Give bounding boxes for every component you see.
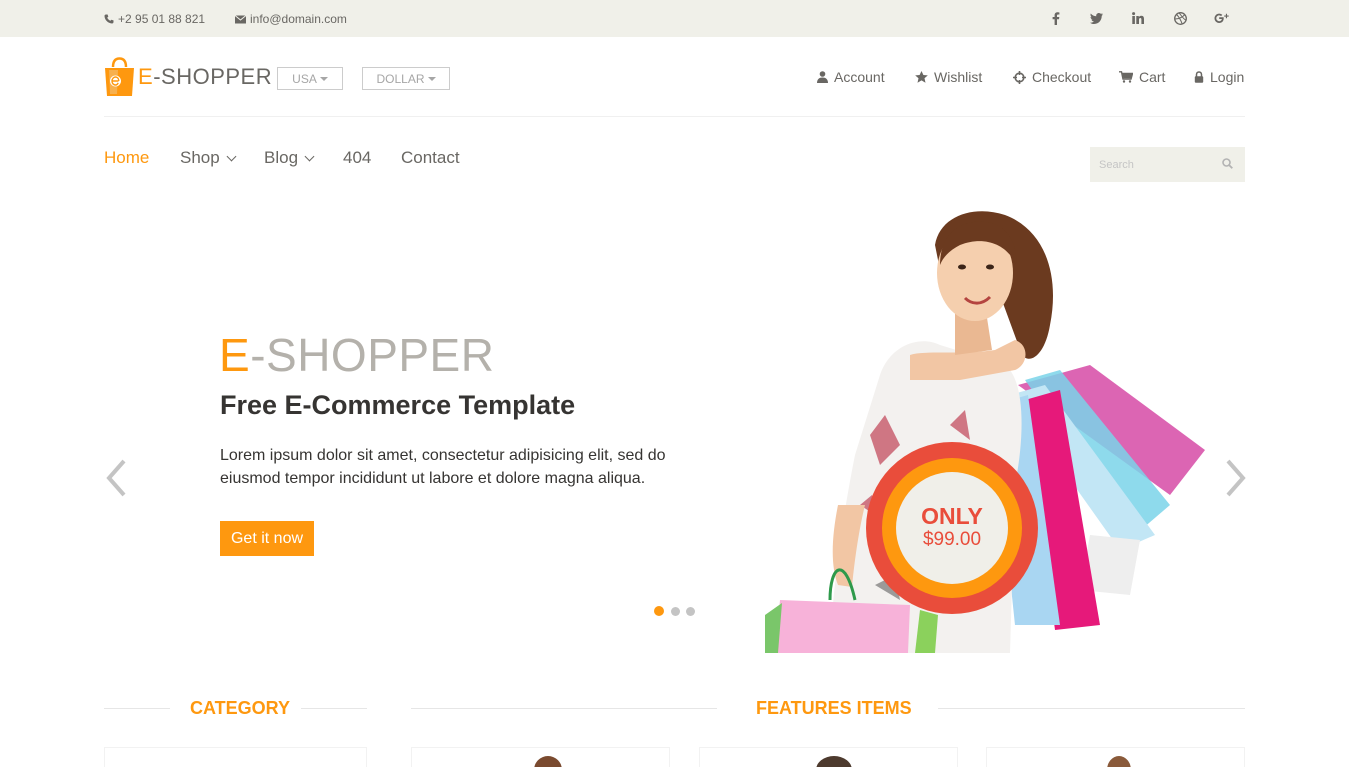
nav-404[interactable]: 404 — [343, 148, 371, 168]
product-image — [534, 756, 562, 767]
account-link[interactable]: Account — [817, 69, 885, 85]
product-card[interactable] — [986, 747, 1245, 767]
cart-icon — [1119, 71, 1133, 83]
header-divider — [104, 116, 1245, 117]
slider-prev-arrow[interactable] — [104, 458, 130, 498]
currency-dropdown[interactable]: DOLLAR — [362, 67, 450, 90]
price-badge-inner: ONLY $99.00 — [896, 472, 1008, 584]
nav-home[interactable]: Home — [104, 148, 149, 168]
star-icon — [915, 71, 928, 83]
lock-icon — [1194, 71, 1204, 83]
chevron-down-icon — [226, 151, 237, 161]
wishlist-label: Wishlist — [934, 69, 983, 85]
search-box — [1090, 147, 1245, 182]
category-line-right — [301, 708, 367, 709]
top-bar: +2 95 01 88 821 info@domain.com — [0, 0, 1349, 37]
login-label: Login — [1210, 69, 1245, 85]
email-contact[interactable]: info@domain.com — [235, 12, 347, 26]
slider-dot-2[interactable] — [671, 607, 680, 616]
account-label: Account — [834, 69, 885, 85]
search-input[interactable] — [1090, 147, 1210, 182]
linkedin-icon[interactable] — [1129, 9, 1147, 27]
price-badge-value: $99.00 — [922, 529, 982, 550]
user-icon — [817, 71, 828, 83]
login-link[interactable]: Login — [1194, 69, 1244, 85]
cart-label: Cart — [1139, 69, 1166, 85]
cart-link[interactable]: Cart — [1119, 69, 1165, 85]
nav-blog[interactable]: Blog — [264, 148, 315, 168]
twitter-icon[interactable] — [1087, 9, 1105, 27]
envelope-icon — [235, 14, 246, 23]
product-card[interactable] — [411, 747, 670, 767]
nav-contact[interactable]: Contact — [401, 148, 460, 168]
product-card[interactable] — [699, 747, 958, 767]
currency-label: DOLLAR — [376, 71, 425, 86]
slide-title: E-SHOPPER — [219, 329, 495, 381]
product-image — [816, 756, 852, 767]
phone-number: +2 95 01 88 821 — [118, 12, 206, 26]
logo-text: E-SHOPPER — [138, 64, 273, 89]
crosshairs-icon — [1013, 70, 1026, 84]
slide-subtitle: Free E-Commerce Template — [220, 390, 576, 420]
email-address: info@domain.com — [250, 12, 347, 26]
phone-icon — [104, 14, 114, 24]
slider-dot-1[interactable] — [654, 606, 664, 616]
category-heading: CATEGORY — [190, 698, 291, 718]
slider-next-arrow[interactable] — [1222, 458, 1248, 498]
price-badge: ONLY $99.00 — [866, 442, 1038, 614]
wishlist-link[interactable]: Wishlist — [915, 69, 982, 85]
caret-down-icon — [427, 76, 436, 81]
chevron-down-icon — [304, 151, 315, 161]
country-dropdown[interactable]: USA — [277, 67, 343, 90]
caret-down-icon — [319, 76, 328, 81]
nav-shop[interactable]: Shop — [180, 148, 237, 168]
phone-contact: +2 95 01 88 821 — [104, 12, 205, 26]
search-icon[interactable] — [1222, 158, 1233, 169]
features-line-left — [411, 708, 717, 709]
slider-dot-3[interactable] — [686, 607, 695, 616]
category-panel — [104, 747, 367, 767]
category-line-left — [104, 708, 170, 709]
checkout-link[interactable]: Checkout — [1013, 69, 1091, 85]
facebook-icon[interactable] — [1047, 9, 1065, 27]
google-plus-icon[interactable] — [1213, 9, 1231, 27]
features-heading: FEATURES ITEMS — [756, 698, 912, 718]
get-it-now-button[interactable]: Get it now — [220, 521, 314, 556]
product-image — [1107, 756, 1131, 767]
site-logo[interactable]: E-SHOPPER — [104, 57, 272, 97]
price-badge-only: ONLY — [921, 503, 983, 529]
checkout-label: Checkout — [1032, 69, 1092, 85]
features-line-right — [938, 708, 1245, 709]
slide-description: Lorem ipsum dolor sit amet, consectetur … — [220, 447, 666, 487]
country-label: USA — [292, 71, 317, 86]
shopping-bag-logo-icon — [105, 57, 134, 96]
dribbble-icon[interactable] — [1171, 9, 1189, 27]
